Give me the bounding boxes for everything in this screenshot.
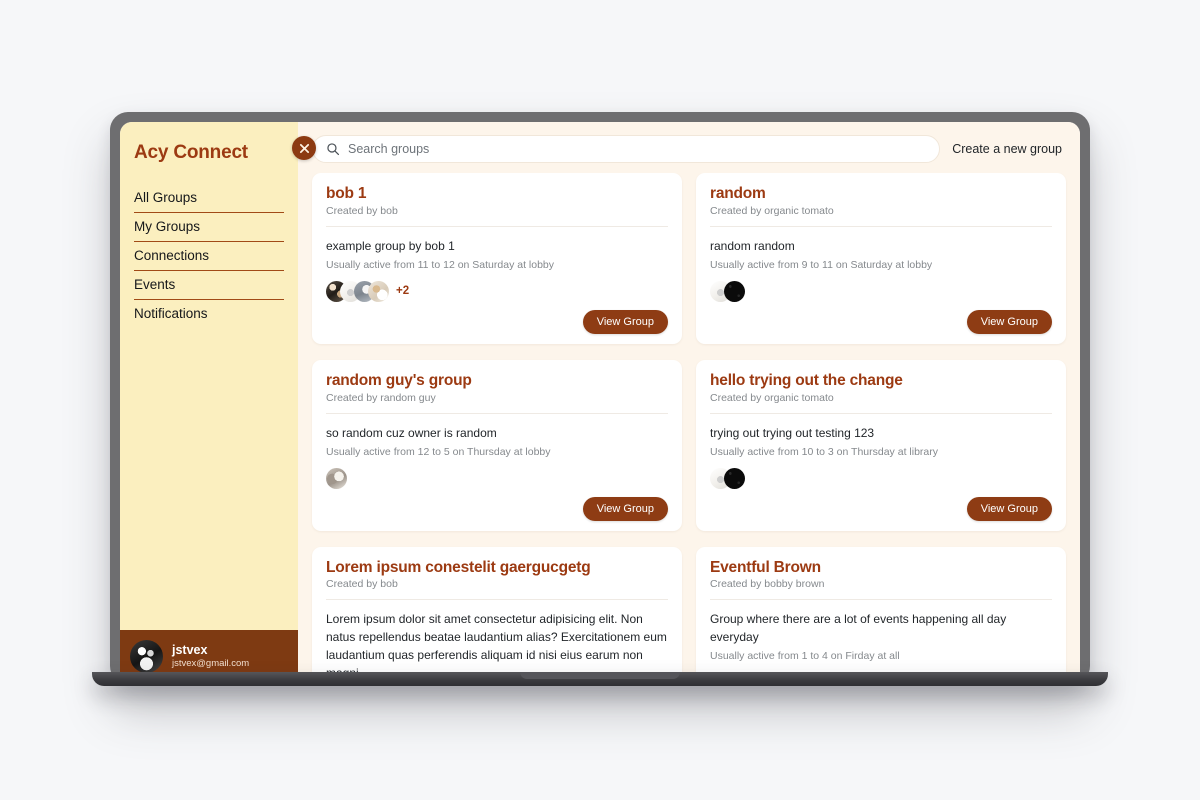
group-description: Group where there are a lot of events ha… <box>710 612 1007 645</box>
group-active-times: Usually active from 10 to 3 on Thursday … <box>710 445 938 458</box>
member-avatars <box>710 467 1052 489</box>
member-avatar <box>326 467 347 489</box>
user-meta: jstvex jstvex@gmail.com <box>172 643 249 671</box>
close-icon[interactable] <box>292 136 316 160</box>
group-creator: Created by organic tomato <box>710 205 1052 227</box>
group-title: random guy's group <box>326 371 472 389</box>
group-title: random <box>710 185 766 202</box>
sidebar-item-events[interactable]: Events <box>134 271 284 300</box>
group-title: hello trying out the change <box>710 371 903 389</box>
user-email: jstvex@gmail.com <box>172 658 250 670</box>
topbar: Create a new group <box>298 122 1080 173</box>
card-footer: View Group <box>326 489 668 521</box>
member-overflow-count: +2 <box>396 285 410 298</box>
device-frame: Acy Connect All Groups My Groups Connect… <box>110 112 1090 684</box>
groups-grid: bob 1 Created by bob example group by bob … <box>312 173 1066 684</box>
group-active-times: Usually active from 9 to 11 on Saturday … <box>710 258 933 271</box>
search-input[interactable] <box>348 142 927 156</box>
card-footer: View Group <box>710 489 1052 521</box>
group-creator: Created by organic tomato <box>710 392 1052 414</box>
group-card[interactable]: bob 1 Created by bob example group by bob … <box>312 173 682 344</box>
group-title: Eventful Brown <box>710 558 821 576</box>
group-card[interactable]: random Created by organic tomato random ra… <box>696 173 1066 344</box>
group-card[interactable]: random guy's group Created by random guy s… <box>312 359 682 531</box>
sidebar-item-all-groups[interactable]: All Groups <box>134 184 284 213</box>
card-footer: View Group <box>326 302 668 334</box>
member-avatars: +2 <box>326 280 668 302</box>
group-description: so random cuz owner is random <box>326 425 497 440</box>
create-new-group-button[interactable]: Create a new group <box>952 142 1066 156</box>
view-group-button[interactable]: View Group <box>966 309 1052 334</box>
group-card[interactable]: Lorem ipsum conestelit gaergucgetg Create… <box>312 546 682 684</box>
member-avatar <box>724 280 745 302</box>
search-icon <box>326 142 340 156</box>
app-window: Acy Connect All Groups My Groups Connect… <box>120 122 1080 684</box>
device-notch <box>520 672 680 679</box>
user-name: jstvex <box>172 642 208 657</box>
view-group-button[interactable]: View Group <box>582 496 668 521</box>
group-description: example group by bob 1 <box>326 238 455 253</box>
page-title: Acy Connect <box>134 142 248 163</box>
view-group-button[interactable]: View Group <box>966 496 1052 521</box>
sidebar-item-connections[interactable]: Connections <box>134 242 284 271</box>
group-description: trying out trying out testing 123 <box>710 425 875 440</box>
member-avatars <box>710 280 1052 302</box>
groups-scroll-area[interactable]: bob 1 Created by bob example group by bob … <box>298 173 1080 684</box>
sidebar-item-label: Events <box>134 277 176 292</box>
sidebar-item-label: All Groups <box>134 190 198 205</box>
main-content: Create a new group bob 1 Created by bob ex… <box>298 122 1080 684</box>
group-title: bob 1 <box>326 185 367 202</box>
sidebar-item-label: My Groups <box>134 219 201 234</box>
group-active-times: Usually active from 1 to 4 on Firday at … <box>710 650 900 663</box>
group-creator: Created by random guy <box>326 392 668 414</box>
card-footer: View Group <box>710 302 1052 334</box>
group-description: random random <box>710 238 795 253</box>
sidebar-item-label: Notifications <box>134 306 208 321</box>
sidebar-top: Acy Connect All Groups My Groups Connect… <box>120 122 298 630</box>
search-bar[interactable] <box>312 135 941 163</box>
sidebar-item-notifications[interactable]: Notifications <box>134 300 284 328</box>
sidebar-item-label: Connections <box>134 248 210 263</box>
sidebar-item-my-groups[interactable]: My Groups <box>134 213 284 242</box>
member-avatars <box>326 467 668 489</box>
group-active-times: Usually active from 12 to 5 on Thursday … <box>326 445 551 458</box>
group-creator: Created by bob <box>326 578 668 601</box>
group-creator: Created by bobby brown <box>710 578 1052 601</box>
member-avatar <box>724 467 745 489</box>
sidebar: Acy Connect All Groups My Groups Connect… <box>120 122 298 684</box>
avatar <box>130 640 163 673</box>
group-card[interactable]: Eventful Brown Created by bobby brown Grou… <box>696 546 1066 684</box>
group-active-times: Usually active from 11 to 12 on Saturday… <box>326 258 555 271</box>
group-card[interactable]: hello trying out the change Created by or… <box>696 359 1066 531</box>
group-title: Lorem ipsum conestelit gaergucgetg <box>326 558 591 576</box>
member-avatar <box>368 280 389 302</box>
group-creator: Created by bob <box>326 205 668 227</box>
view-group-button[interactable]: View Group <box>582 309 668 334</box>
